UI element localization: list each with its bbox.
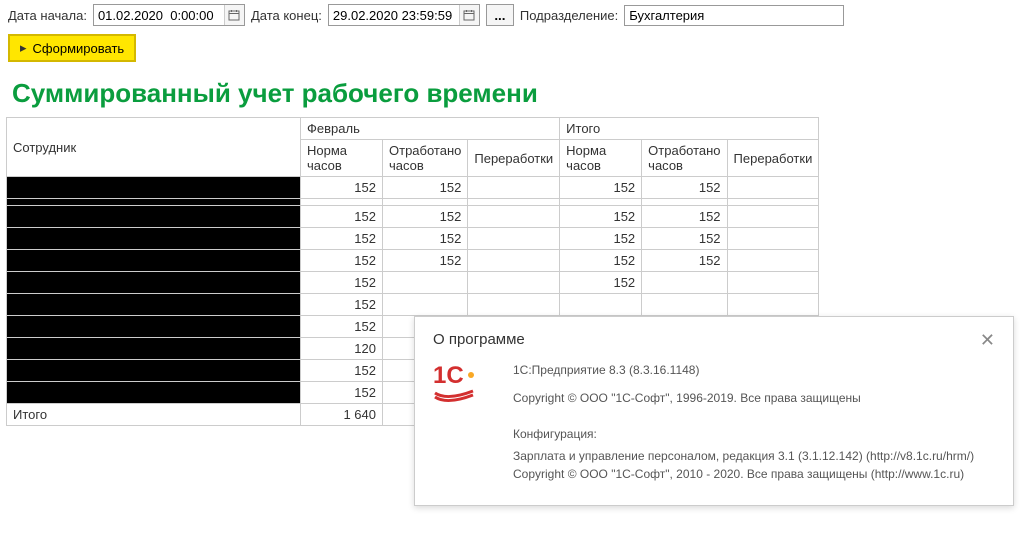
employee-cell — [7, 272, 301, 294]
employee-cell — [7, 382, 301, 404]
date-start-calendar-button[interactable] — [224, 5, 244, 25]
col-overtime-total: Переработки — [727, 140, 819, 177]
employee-cell — [7, 228, 301, 250]
about-dialog: О программе ✕ 1C 1С:Предприятие 8.3 (8.3… — [414, 316, 1014, 506]
employee-cell — [7, 316, 301, 338]
form-button[interactable]: ▸ Сформировать — [8, 34, 136, 62]
employee-cell — [7, 294, 301, 316]
close-icon[interactable]: ✕ — [980, 331, 995, 349]
total-label: Итого — [7, 404, 301, 426]
col-overtime: Переработки — [468, 140, 560, 177]
table-row: 152152152152 — [7, 250, 819, 272]
form-button-label: Сформировать — [33, 41, 125, 56]
action-row: ▸ Сформировать — [0, 30, 1033, 66]
total-norm: 1 640 — [301, 404, 383, 426]
col-worked-total: Отработано часов — [642, 140, 727, 177]
about-line1: 1С:Предприятие 8.3 (8.3.16.1148) — [513, 361, 995, 379]
about-config-label: Конфигурация: — [513, 425, 995, 443]
period-select-button[interactable]: ... — [486, 4, 514, 26]
table-row: 152 — [7, 294, 819, 316]
table-row: 152152152152 — [7, 177, 819, 199]
col-total: Итого — [560, 118, 819, 140]
employee-cell — [7, 250, 301, 272]
about-text: 1С:Предприятие 8.3 (8.3.16.1148) Copyrig… — [513, 361, 995, 493]
table-row: 152152 — [7, 272, 819, 294]
calendar-icon — [228, 9, 240, 21]
employee-cell — [7, 206, 301, 228]
about-config-text: Зарплата и управление персоналом, редакц… — [513, 447, 995, 483]
date-start-wrap — [93, 4, 245, 26]
about-line2: Copyright © ООО "1С-Софт", 1996-2019. Вс… — [513, 389, 995, 407]
svg-text:1C: 1C — [433, 362, 464, 389]
table-row: 152152152152 — [7, 206, 819, 228]
logo-1c: 1C — [433, 361, 493, 493]
col-month: Февраль — [301, 118, 560, 140]
dept-input[interactable] — [624, 5, 844, 26]
table-row — [7, 199, 819, 206]
table-row: 152152152152 — [7, 228, 819, 250]
date-end-input[interactable] — [329, 6, 459, 25]
report-title: Суммированный учет рабочего времени — [0, 66, 1033, 117]
date-end-label: Дата конец: — [251, 8, 322, 23]
date-end-calendar-button[interactable] — [459, 5, 479, 25]
col-norm: Норма часов — [301, 140, 383, 177]
dept-label: Подразделение: — [520, 8, 618, 23]
play-icon: ▸ — [20, 40, 27, 56]
employee-cell — [7, 338, 301, 360]
date-end-wrap — [328, 4, 480, 26]
col-norm-total: Норма часов — [560, 140, 642, 177]
col-worked: Отработано часов — [383, 140, 468, 177]
about-title: О программе — [433, 331, 525, 348]
employee-cell — [7, 360, 301, 382]
date-start-label: Дата начала: — [8, 8, 87, 23]
filter-toolbar: Дата начала: Дата конец: ... Подразделен… — [0, 0, 1033, 30]
col-employee: Сотрудник — [7, 118, 301, 177]
employee-cell — [7, 199, 301, 206]
calendar-icon — [463, 9, 475, 21]
date-start-input[interactable] — [94, 6, 224, 25]
header-row-1: Сотрудник Февраль Итого — [7, 118, 819, 140]
employee-cell — [7, 177, 301, 199]
